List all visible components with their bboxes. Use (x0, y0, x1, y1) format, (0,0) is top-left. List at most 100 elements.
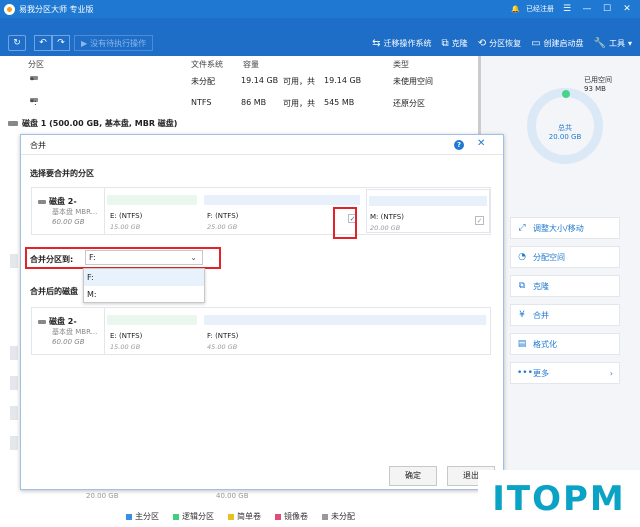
col-filesystem: 文件系统 (191, 60, 223, 69)
tool-migrate-os[interactable]: ⇆ 迁移操作系统 (372, 38, 431, 49)
title-bar: 易我分区大师 专业版 🔔 已经注册 ☰ — ☐ ✕ (0, 0, 640, 18)
select-partitions-title: 选择要合并的分区 (30, 169, 94, 178)
legend-mirror: 镜像卷 (275, 511, 308, 522)
highlight-box (333, 207, 357, 239)
disk-1-header[interactable]: 磁盘 1 (500.00 GB, 基本盘, MBR 磁盘) (8, 118, 177, 129)
legend-simple: 简单卷 (228, 511, 261, 522)
redo-button[interactable]: ↷ (52, 35, 70, 51)
partition-m-checkbox[interactable]: ✓ (475, 216, 484, 225)
help-icon[interactable]: ? (454, 140, 464, 150)
pending-operations-button[interactable]: ▶ 没有待执行操作 (74, 35, 154, 51)
partition-bar (204, 195, 360, 205)
clone-icon: ⧉ (441, 37, 449, 49)
resize-icon: ⤢ (518, 223, 526, 233)
bootdisk-icon: ▭ (531, 37, 541, 49)
toolbar-spacer (0, 18, 640, 30)
op-allocate-space[interactable]: ◔ 分配空间 (510, 246, 620, 268)
partition-bar (107, 195, 197, 205)
merge-dialog: 合并 ? ✕ 选择要合并的分区 磁盘 2- 基本盘 MBR... 60.00 G… (20, 134, 504, 490)
partition-e[interactable]: E: (NTFS) 15.00 GB (107, 188, 202, 234)
maximize-icon[interactable]: ☐ (600, 4, 614, 14)
result-disk-card: 磁盘 2- 基本盘 MBR... 60.00 GB E: (NTFS) 15.0… (31, 307, 491, 355)
dialog-title-bar: 合并 ? ✕ (21, 135, 503, 155)
op-merge[interactable]: ¥ 合并 (510, 304, 620, 326)
op-more[interactable]: ••• 更多 › (510, 362, 620, 384)
legend-primary: 主分区 (126, 511, 159, 522)
refresh-icon: ↻ (13, 38, 21, 48)
redo-icon: ↷ (57, 38, 65, 48)
app-logo-icon (4, 3, 15, 15)
result-partition-f: F: (NTFS) 45.00 GB (204, 308, 490, 354)
highlight-box (25, 247, 221, 269)
close-icon[interactable]: ✕ (477, 138, 485, 149)
table-row[interactable]: * 未分配 19.14 GB 可用，共 19.14 GB 未使用空间 (0, 76, 480, 90)
ok-button[interactable]: 确定 (389, 466, 437, 486)
merge-icon: ¥ (519, 310, 525, 320)
account-status[interactable]: 已经注册 (526, 4, 554, 14)
recovery-icon: ⟲ (477, 37, 487, 49)
legend-swatch (126, 513, 132, 520)
used-marker (562, 90, 570, 98)
op-resize-move[interactable]: ⤢ 调整大小/移动 (510, 217, 620, 239)
disk-info: 磁盘 2- 基本盘 MBR... 60.00 GB (32, 188, 105, 234)
pending-label: 没有待执行操作 (90, 38, 147, 48)
format-icon: ▤ (517, 339, 527, 349)
col-partition: 分区 (28, 60, 44, 69)
table-header: 分区 文件系统 容量 类型 (0, 59, 480, 71)
app-title: 易我分区大师 专业版 (19, 4, 94, 14)
migrate-icon: ⇆ (372, 37, 381, 49)
watermark-logo: ITOPM (478, 470, 640, 527)
op-format[interactable]: ▤ 格式化 (510, 333, 620, 355)
ring-total: 总共 20.00 GB (548, 124, 582, 141)
legend-swatch (228, 513, 234, 520)
allocate-icon: ◔ (518, 252, 526, 262)
disk-stub (10, 436, 18, 450)
disk-info: 磁盘 2- 基本盘 MBR... 60.00 GB (32, 308, 105, 354)
chevron-right-icon: › (609, 368, 613, 378)
tool-create-bootdisk[interactable]: ▭ 创建启动盘 (531, 38, 583, 49)
table-row[interactable]: *: NTFS 86 MB 可用，共 545 MB 还原分区 (0, 98, 480, 112)
refresh-button[interactable]: ↻ (8, 35, 26, 51)
source-disk-card: 磁盘 2- 基本盘 MBR... 60.00 GB E: (NTFS) 15.0… (31, 187, 491, 235)
operation-list: ⤢ 调整大小/移动 ◔ 分配空间 ⧉ 克隆 ¥ 合并 ▤ 格式化 ••• 更多 › (510, 217, 620, 391)
legend-swatch (275, 513, 281, 520)
tool-tools[interactable]: 🔧 工具 ▾ (594, 38, 632, 49)
disk-icon (38, 319, 46, 324)
menu-icon[interactable]: ☰ (560, 4, 574, 14)
play-icon: ▶ (81, 38, 88, 48)
op-clone[interactable]: ⧉ 克隆 (510, 275, 620, 297)
table-scrollbar[interactable] (478, 56, 481, 136)
disk-stub (10, 406, 18, 420)
col-type: 类型 (393, 60, 409, 69)
dialog-title: 合并 (30, 141, 46, 150)
undo-icon: ↶ (39, 38, 47, 48)
close-window-icon[interactable]: ✕ (620, 4, 634, 14)
disk-icon (38, 199, 46, 204)
disk-stub (10, 376, 18, 390)
chevron-down-icon: ▾ (627, 38, 632, 48)
option-f[interactable]: F: (84, 269, 204, 286)
merge-target-dropdown: F: M: (83, 268, 205, 303)
clone-icon: ⧉ (518, 281, 526, 291)
legend-logical: 逻辑分区 (173, 511, 214, 522)
partition-m[interactable]: M: (NTFS) 20.00 GB ✓ (366, 189, 490, 233)
legend-swatch (322, 513, 328, 520)
legend-unallocated: 未分配 (322, 511, 355, 522)
used-space: 已用空间 93 MB (584, 76, 612, 93)
minimize-icon[interactable]: — (580, 4, 594, 14)
disk-stub (10, 346, 18, 360)
legend-swatch (173, 513, 179, 520)
tool-partition-recovery[interactable]: ⟲ 分区恢复 (478, 38, 521, 49)
option-m[interactable]: M: (84, 286, 204, 303)
after-merge-title: 合并后的磁盘 (30, 287, 78, 296)
toolbar: ↻ ↶ ↷ ▶ 没有待执行操作 ⇆ 迁移操作系统 ⧉ 克隆 ⟲ 分区恢复 ▭ 创建启动盘… (0, 30, 640, 56)
tool-clone[interactable]: ⧉ 克隆 (442, 38, 468, 49)
col-capacity: 容量 (243, 60, 259, 69)
wrench-icon: 🔧 (593, 37, 606, 49)
partition-bar (107, 315, 197, 325)
undo-button[interactable]: ↶ (34, 35, 52, 51)
disk-stub (10, 254, 18, 268)
bell-icon[interactable]: 🔔 (511, 5, 520, 13)
partition-bar (204, 315, 486, 325)
result-partition-e: E: (NTFS) 15.00 GB (107, 308, 202, 354)
